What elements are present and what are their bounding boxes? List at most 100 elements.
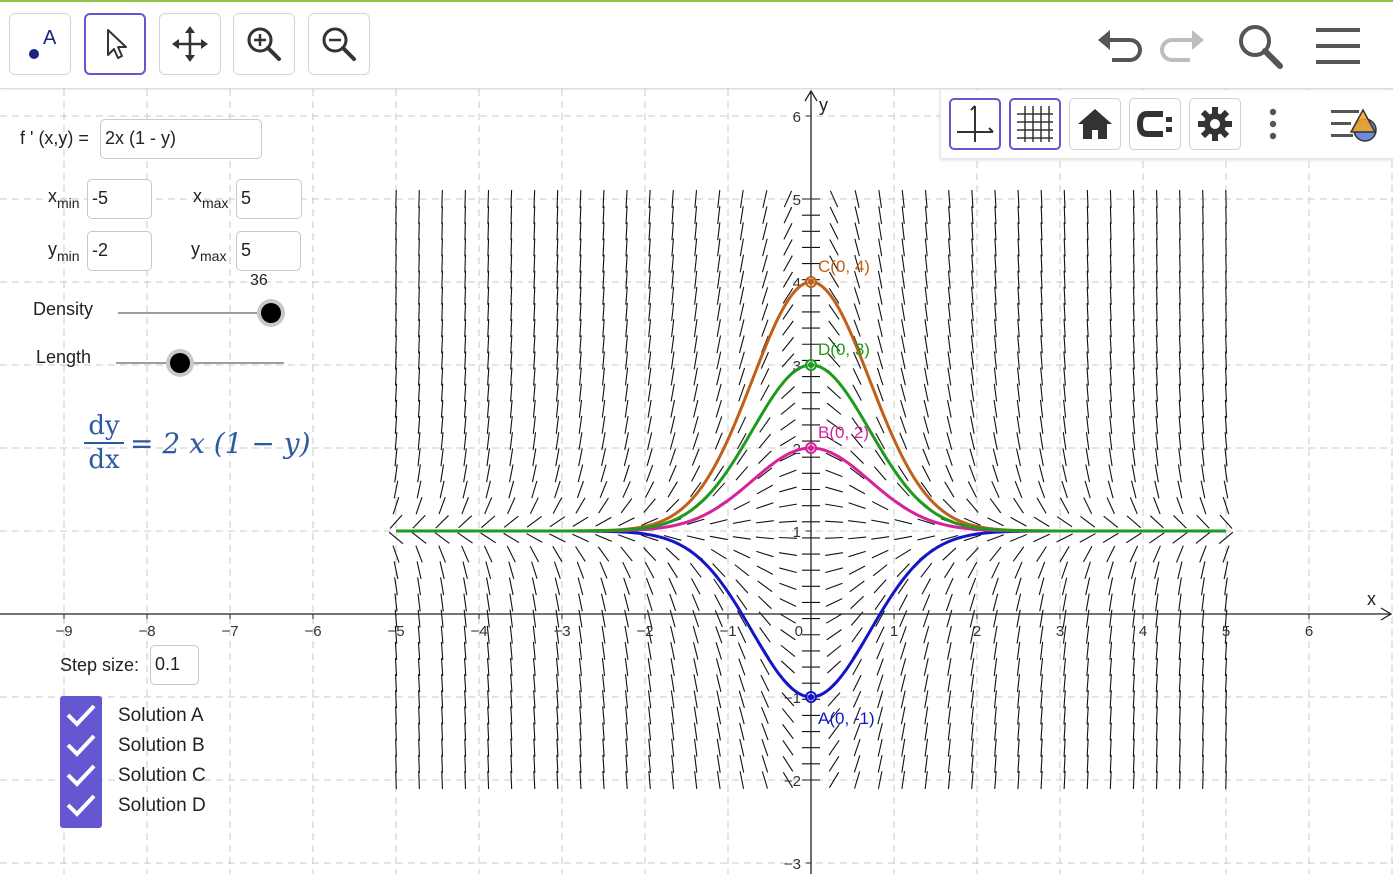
style-bar-toggle-button[interactable] [1327,102,1387,146]
slope-segment [510,319,513,338]
slope-segment [1015,464,1022,483]
slope-segment [1085,593,1090,612]
slope-segment [1202,286,1204,305]
slope-segment [441,270,443,289]
slope-segment [1132,351,1135,370]
standard-view-button[interactable] [1069,98,1121,150]
slope-segment [625,738,628,757]
slope-segment [507,497,516,515]
solution-b-label[interactable]: Solution B [118,735,205,757]
slope-segment [944,481,955,498]
fprime-input[interactable]: 2x (1 - y) [100,119,262,159]
capture-button[interactable] [1129,98,1181,150]
xmin-input[interactable]: -5 [87,179,152,219]
slope-segment [848,550,866,558]
axes-toggle-button[interactable] [949,98,1001,150]
slope-segment [600,593,607,612]
slope-segment [875,626,885,644]
slope-segment [991,561,1000,579]
slope-segment [1086,722,1089,741]
slope-segment [946,641,952,660]
slope-segment [481,515,496,529]
slope-segment [532,641,536,660]
slope-segment [464,367,467,386]
slope-segment [572,516,589,527]
solution-d-checkbox[interactable] [60,790,102,820]
solution-c-checkbox[interactable] [60,760,102,790]
slope-segment [597,546,610,562]
grid-toggle-button[interactable] [1009,98,1061,150]
slope-segment [1084,480,1091,499]
slope-segment [994,738,997,757]
slope-segment [463,448,467,467]
slope-segment [1109,222,1112,241]
point-tool-button[interactable]: A [9,13,71,75]
slope-segment [1201,658,1205,677]
slope-segment [1225,770,1227,790]
slope-segment [922,448,931,466]
slope-segment [440,609,444,628]
slope-segment [510,222,513,241]
step-size-input[interactable]: 0.1 [150,645,199,685]
slope-segment [418,690,421,709]
slope-segment [993,415,998,434]
slope-segment [1086,706,1089,725]
slope-segment [415,545,423,563]
slope-segment [716,754,721,773]
slope-segment [945,448,953,466]
zoom-in-button[interactable] [233,13,295,75]
solution-b-checkbox[interactable] [60,730,102,760]
slope-segment [947,270,951,289]
slope-segment [716,771,721,789]
slope-segment [646,432,653,450]
slope-segment [533,738,536,757]
slope-segment [579,367,582,386]
length-slider-knob[interactable] [165,349,194,377]
slope-segment [602,189,605,209]
xmax-input[interactable]: 5 [236,179,302,219]
graphics-settings-button[interactable] [1189,98,1241,150]
solution-a-label[interactable]: Solution A [118,705,204,727]
slope-segment [670,416,676,434]
slope-segment [970,351,975,370]
search-button[interactable] [1234,20,1286,72]
more-options-button[interactable] [1257,104,1289,144]
solution-d-label[interactable]: Solution D [118,795,206,817]
slope-segment [395,254,397,273]
slope-segment [1084,561,1091,579]
slope-segment [669,432,676,450]
slope-segment [1155,674,1158,693]
slope-segment [1109,690,1112,709]
slope-segment [779,582,797,590]
slope-segment [825,520,844,523]
solution-c-label[interactable]: Solution C [118,765,206,787]
solution-a-checkbox[interactable] [60,700,102,730]
slope-segment [1155,399,1159,418]
slope-segment [395,754,397,773]
slope-segment [509,415,513,434]
main-menu-button[interactable] [1312,20,1364,72]
redo-button[interactable] [1156,20,1208,72]
length-slider-track[interactable] [116,362,284,364]
ymin-input[interactable]: -2 [87,231,152,271]
slope-segment [871,501,889,511]
slope-segment [1109,641,1113,660]
slope-segment [531,480,538,499]
slope-segment [1109,399,1113,418]
move-view-tool-button[interactable] [159,13,221,75]
slope-segment [395,335,397,354]
slope-segment [556,254,559,273]
slope-segment [464,270,467,289]
ymax-input[interactable]: 5 [236,231,301,271]
density-slider-knob[interactable] [257,299,285,327]
move-tool-button[interactable] [84,13,146,75]
zoom-out-button[interactable] [308,13,370,75]
undo-button[interactable] [1094,20,1146,72]
slope-segment [1155,658,1159,677]
slope-segment [993,351,997,370]
slope-segment [761,287,769,305]
slope-segment [625,722,628,741]
slope-segment [971,222,974,241]
slope-segment [693,642,699,660]
slope-segment [899,432,908,450]
